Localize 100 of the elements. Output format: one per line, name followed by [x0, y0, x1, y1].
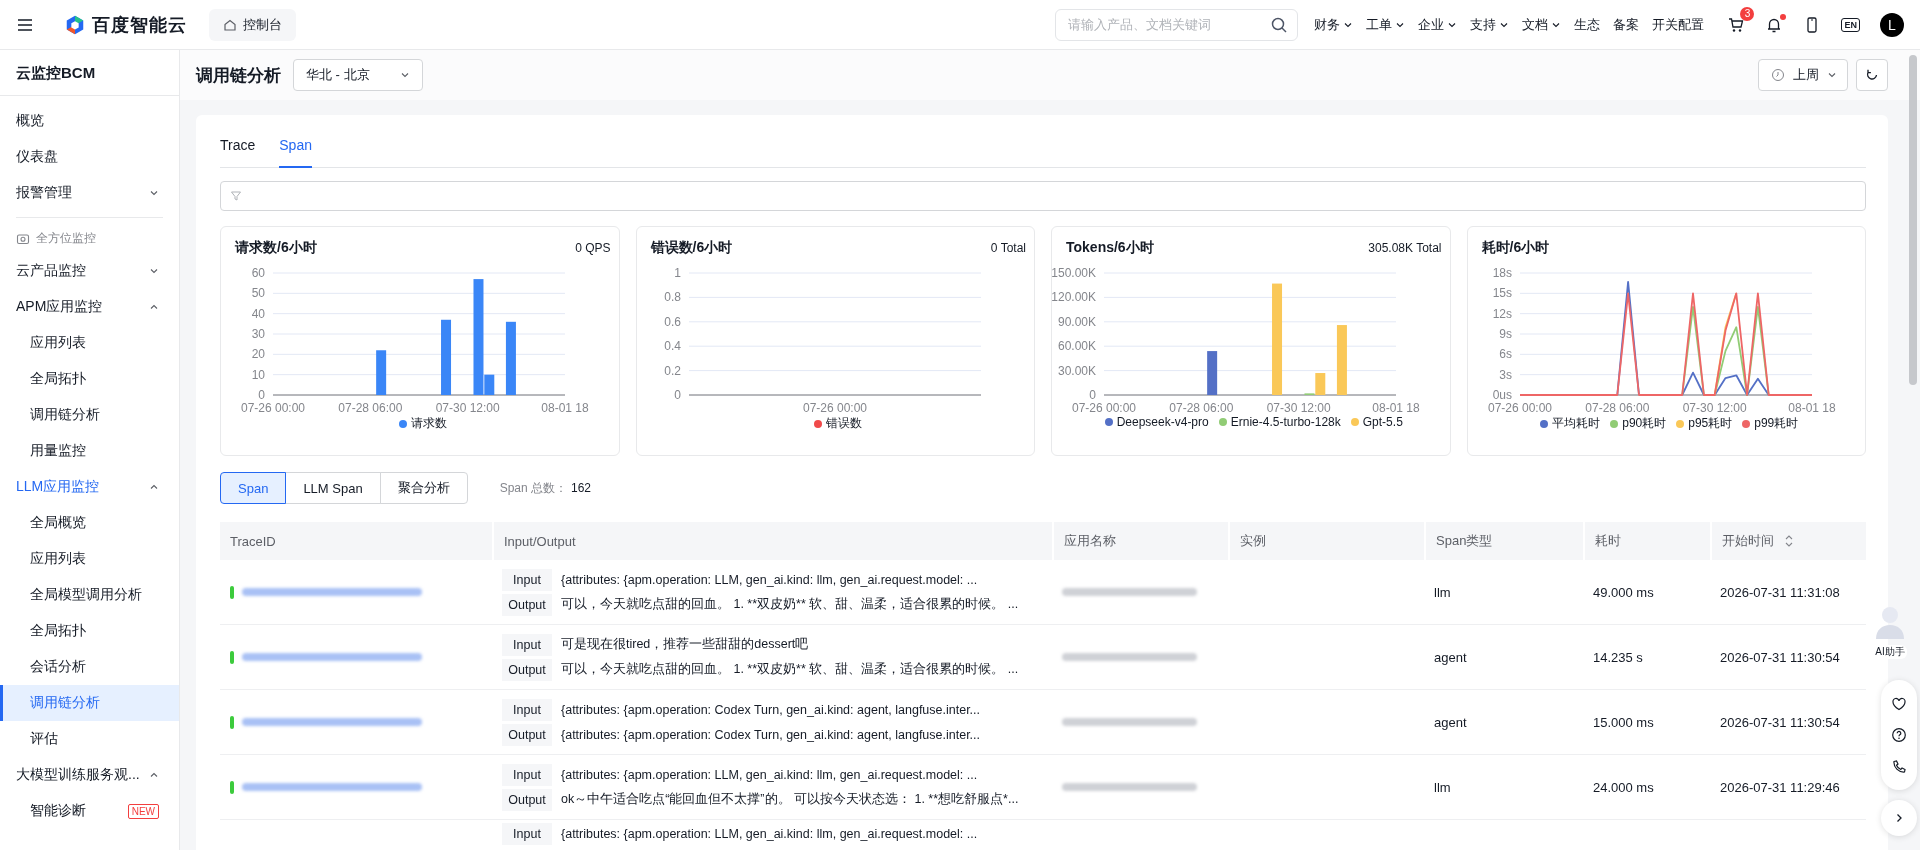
heart-icon[interactable] [1891, 695, 1907, 712]
chart-summary: 305.08K Total [1368, 241, 1442, 255]
column-header: TraceID [230, 533, 276, 549]
axis-label: 10 [251, 367, 265, 382]
phone-icon[interactable] [1891, 758, 1907, 775]
tab[interactable]: Trace [220, 123, 256, 168]
language-button[interactable]: EN [1841, 17, 1860, 32]
legend-label: Ernie-4.5-turbo-128k [1230, 415, 1341, 429]
axis-label: 40 [251, 306, 265, 321]
console-button[interactable]: 控制台 [209, 8, 296, 41]
axis-label: 07-30 12:00 [1266, 401, 1331, 413]
nav-menu-item[interactable]: 生态 [1574, 15, 1601, 34]
axis-label: 08-01 18 [1372, 401, 1420, 413]
sidebar-item[interactable]: 全局拓扑 [0, 361, 179, 397]
legend-label: Deepseek-v4-pro [1116, 415, 1209, 429]
cart-icon[interactable] [1727, 15, 1746, 34]
refresh-button[interactable] [1856, 59, 1888, 91]
io-label: Output [502, 593, 552, 616]
sidebar-item[interactable]: 全局模型调用分析 [0, 577, 179, 613]
refresh-icon [1865, 68, 1879, 82]
table-cell: 2026-07-31 11:30:54 [1720, 714, 1840, 730]
span-total-value: 162 [571, 481, 592, 495]
input-text: {attributes: {apm.operation: LLM, gen_ai.kind: llm, gen_ai.request.model: ... [561, 827, 978, 841]
status-bar [230, 780, 234, 794]
table-cell: agent [1434, 714, 1467, 730]
sidebar-item[interactable]: 调用链分析 [0, 685, 179, 721]
nav-menu-item[interactable]: 备案 [1613, 15, 1640, 34]
search-field[interactable]: 请输入产品、文档关键词 [1055, 8, 1299, 41]
axis-label: 0.6 [663, 314, 681, 329]
logo-icon [64, 13, 86, 36]
table-cell: 2026-07-31 11:30:54 [1720, 649, 1840, 665]
table-cell: 24.000 ms [1593, 779, 1654, 795]
clock-icon [1771, 68, 1785, 82]
sidebar-item[interactable]: 应用列表 [0, 325, 179, 361]
column-header: Input/Output [504, 533, 576, 549]
nav-menu-item[interactable]: 工单 [1366, 15, 1406, 34]
sidebar-item[interactable]: 大模型训练服务观... [0, 757, 179, 793]
tab[interactable]: Span [279, 123, 312, 168]
io-label: Output [502, 658, 552, 681]
sidebar-item[interactable]: 调用链分析 [0, 397, 179, 433]
nav-menu-item[interactable]: 支持 [1470, 15, 1510, 34]
legend-label: p95耗时 [1688, 415, 1733, 432]
view-toggle-button[interactable]: 聚合分析 [379, 472, 468, 504]
sidebar-title: 云监控BCM [0, 50, 179, 96]
sidebar-item[interactable]: 用量监控 [0, 433, 179, 469]
axis-label: 0us [1492, 388, 1512, 402]
io-label: Input [502, 568, 552, 591]
view-toggle-button[interactable]: Span [220, 472, 287, 504]
chart-bar [1336, 325, 1347, 395]
sidebar-item[interactable]: 会话分析 [0, 649, 179, 685]
sidebar-item[interactable]: 应用列表 [0, 541, 179, 577]
sidebar-item[interactable]: 全局概览 [0, 505, 179, 541]
axis-label: 50 [251, 286, 265, 301]
sidebar-item[interactable]: 仪表盘 [0, 139, 179, 175]
axis-label: 60 [251, 266, 265, 280]
filter-field[interactable] [220, 181, 1866, 211]
axis-label: 1 [673, 266, 681, 280]
legend-label: p90耗时 [1622, 415, 1667, 432]
status-bar [230, 585, 234, 599]
io-label: Input [502, 698, 552, 721]
column-header: 开始时间 [1722, 532, 1774, 550]
nav-menu-item[interactable]: 财务 [1314, 15, 1354, 34]
chart-summary: 0 Total [990, 241, 1026, 255]
sort-icon[interactable] [1784, 534, 1794, 548]
axis-label: 07-30 12:00 [435, 401, 500, 413]
legend-label: 平均耗时 [1552, 415, 1601, 432]
axis-label: 07-28 06:00 [338, 401, 403, 413]
sidebar-item[interactable]: LLM应用监控 [0, 469, 179, 505]
sidebar-item[interactable]: APM应用监控 [0, 289, 179, 325]
chart-title: 请求数/6小时 [235, 239, 317, 257]
user-avatar[interactable]: L [1880, 12, 1904, 37]
chart-bar [376, 350, 387, 395]
nav-menu-item[interactable]: 开关配置 [1652, 15, 1705, 34]
assistant-label[interactable]: AI助手 [1873, 645, 1907, 659]
sidebar-item[interactable]: 智能诊断 NEW [0, 793, 179, 829]
axis-label: 08-01 18 [1787, 401, 1836, 413]
time-range-select[interactable]: 上周 [1758, 59, 1848, 91]
output-text: ok～中午适合吃点“能回血但不太撑”的。 可以按今天状态选： 1. **想吃舒服点*... [561, 791, 1019, 808]
status-bar [230, 650, 234, 664]
sidebar-item[interactable]: 报警管理 [0, 175, 179, 211]
help-icon[interactable] [1891, 727, 1907, 743]
sidebar-item[interactable]: 概览 [0, 103, 179, 139]
nav-menu-item[interactable]: 企业 [1418, 15, 1458, 34]
output-text: 可以，今天就吃点甜的回血。 1. **双皮奶** 软、甜、温柔，适合很累的时候。 ... [561, 596, 1019, 613]
chart-title: 错误数/6小时 [650, 239, 733, 257]
sidebar-item[interactable]: 云产品监控 [0, 253, 179, 289]
axis-label: 07-26 00:00 [240, 401, 306, 413]
io-label: Input [502, 633, 552, 656]
axis-label: 0.8 [663, 290, 681, 305]
axis-label: 6s [1498, 347, 1512, 362]
table-cell: agent [1434, 649, 1467, 665]
region-select[interactable]: 华北 - 北京 [293, 59, 423, 91]
sidebar-item[interactable]: 评估 [0, 721, 179, 757]
axis-label: 30 [251, 327, 265, 341]
search-icon[interactable] [1270, 15, 1289, 34]
view-toggle-button[interactable]: LLM Span [285, 472, 381, 504]
axis-label: 0.4 [663, 339, 681, 354]
scrollbar[interactable] [1909, 55, 1917, 385]
nav-menu-item[interactable]: 文档 [1522, 15, 1562, 34]
sidebar-item[interactable]: 全局拓扑 [0, 613, 179, 649]
